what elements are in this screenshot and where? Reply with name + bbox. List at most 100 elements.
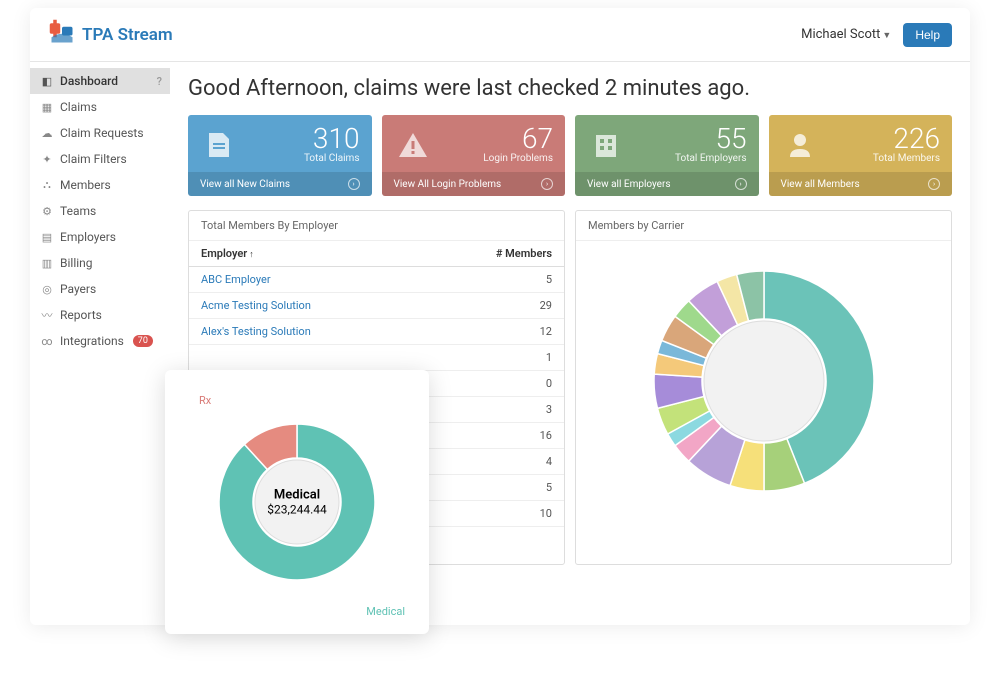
members-count-cell: 5 [424, 475, 564, 501]
employer-cell [189, 345, 424, 371]
card-link-label: View all New Claims [200, 179, 290, 190]
members-count-cell: 5 [424, 267, 564, 293]
claims-type-donut-overlay: Rx Medical $23,244.44 Medical [165, 370, 429, 634]
donut-center-label: Medical $23,244.44 [267, 488, 326, 517]
logo[interactable]: TPA Stream [48, 18, 173, 51]
card-total-members: 226Total Members View all Members› [769, 115, 953, 196]
view-login-problems-link[interactable]: View All Login Problems › [382, 172, 566, 196]
sidebar-item-members[interactable]: ⛬ Members [30, 172, 170, 198]
table-row: 1 [189, 345, 564, 371]
card-link-label: View all Employers [587, 179, 671, 190]
stat-number: 310 [238, 125, 360, 153]
caret-down-icon: ▼ [882, 31, 891, 41]
sort-asc-icon: ↑ [249, 250, 254, 260]
sidebar-item-label: Teams [60, 204, 96, 218]
members-count-cell: 1 [424, 345, 564, 371]
view-new-claims-link[interactable]: View all New Claims› [188, 172, 372, 196]
dashboard-icon: ◧ [40, 74, 54, 88]
topbar: TPA Stream Michael Scott▼ Help [30, 8, 970, 62]
help-button[interactable]: Help [903, 23, 952, 47]
user-menu[interactable]: Michael Scott▼ [801, 27, 891, 42]
sidebar-item-label: Payers [60, 282, 96, 296]
sidebar-item-billing[interactable]: ▥ Billing [30, 250, 170, 276]
document-icon [200, 126, 238, 164]
user-area: Michael Scott▼ Help [801, 23, 952, 47]
card-link-label: View all Members [781, 179, 860, 190]
card-total-employers: 55Total Employers View all Employers› [575, 115, 759, 196]
filter-icon: ✦ [40, 152, 54, 166]
card-login-problems: 67Login Problems View All Login Problems… [382, 115, 566, 196]
medical-label: Medical [366, 605, 405, 618]
cloud-icon: ☁ [40, 126, 54, 140]
sidebar-item-integrations[interactable]: ∞ Integrations 70 [30, 328, 170, 354]
stat-number: 67 [432, 125, 554, 153]
view-employers-link[interactable]: View all Employers › [575, 172, 759, 196]
stat-number: 55 [625, 125, 747, 153]
help-icon[interactable]: ? [157, 75, 162, 88]
stat-label: Login Problems [432, 153, 554, 164]
sidebar-item-claims[interactable]: ▦ Claims [30, 94, 170, 120]
sidebar-item-label: Claims [60, 100, 97, 114]
stat-number: 226 [819, 125, 941, 153]
arrow-right-icon: › [735, 178, 747, 190]
members-count-cell: 29 [424, 293, 564, 319]
sidebar-item-label: Dashboard [60, 74, 118, 88]
stat-label: Total Claims [238, 153, 360, 164]
user-name-label: Michael Scott [801, 27, 880, 42]
members-count-cell: 16 [424, 423, 564, 449]
rx-label: Rx [199, 394, 211, 407]
arrow-right-icon: › [541, 178, 553, 190]
sidebar-item-label: Members [60, 178, 111, 192]
employer-cell[interactable]: Alex's Testing Solution [189, 319, 424, 345]
sidebar-item-reports[interactable]: 〰Reports [30, 302, 170, 328]
card-total-claims: 310Total Claims View all New Claims› [188, 115, 372, 196]
sidebar-item-teams[interactable]: ⚙ Teams [30, 198, 170, 224]
table-row: Acme Testing Solution29 [189, 293, 564, 319]
sidebar-item-label: Integrations [60, 334, 124, 348]
members-count-cell: 4 [424, 449, 564, 475]
sidebar-item-claim-requests[interactable]: ☁ Claim Requests [30, 120, 170, 146]
claims-icon: ▦ [40, 100, 54, 114]
person-icon [781, 126, 819, 164]
sidebar-item-label: Claim Requests [60, 126, 144, 140]
view-members-link[interactable]: View all Members› [769, 172, 953, 196]
integrations-icon: ∞ [40, 334, 54, 348]
members-count-cell: 12 [424, 319, 564, 345]
table-row: ABC Employer5 [189, 267, 564, 293]
stat-cards: 310Total Claims View all New Claims› 67L… [188, 115, 952, 196]
col-members[interactable]: # Members [424, 241, 564, 267]
center-title: Medical [267, 488, 326, 503]
table-row: Alex's Testing Solution12 [189, 319, 564, 345]
members-icon: ⛬ [40, 178, 54, 192]
members-count-cell: 3 [424, 397, 564, 423]
employer-cell[interactable]: Acme Testing Solution [189, 293, 424, 319]
page-greeting: Good Afternoon, claims were last checked… [188, 76, 952, 101]
sidebar-item-claim-filters[interactable]: ✦ Claim Filters [30, 146, 170, 172]
sidebar-item-label: Employers [60, 230, 116, 244]
employer-cell[interactable]: ABC Employer [189, 267, 424, 293]
carrier-donut-chart [576, 241, 951, 521]
brand-name: TPA Stream [82, 25, 173, 45]
card-link-label: View All Login Problems [394, 179, 502, 190]
billing-icon: ▥ [40, 256, 54, 270]
col-employer[interactable]: Employer↑ [189, 241, 424, 267]
sidebar-item-label: Billing [60, 256, 93, 270]
reports-icon: 〰 [40, 308, 54, 322]
center-value: $23,244.44 [267, 503, 326, 517]
panel-title: Members by Carrier [576, 211, 951, 241]
teams-icon: ⚙ [40, 204, 54, 218]
building-icon [587, 126, 625, 164]
integrations-badge: 70 [133, 335, 153, 347]
members-count-cell: 10 [424, 501, 564, 527]
members-count-cell: 0 [424, 371, 564, 397]
payers-icon: ◎ [40, 282, 54, 296]
logo-icon [48, 18, 76, 51]
sidebar: ◧ Dashboard? ▦ Claims ☁ Claim Requests ✦ Cla… [30, 62, 170, 625]
sidebar-item-dashboard[interactable]: ◧ Dashboard? [30, 68, 170, 94]
sidebar-item-payers[interactable]: ◎ Payers [30, 276, 170, 302]
employers-icon: ▤ [40, 230, 54, 244]
panel-members-by-carrier: Members by Carrier [575, 210, 952, 565]
sidebar-item-label: Claim Filters [60, 152, 127, 166]
sidebar-item-employers[interactable]: ▤ Employers [30, 224, 170, 250]
col-label: Employer [201, 247, 247, 260]
